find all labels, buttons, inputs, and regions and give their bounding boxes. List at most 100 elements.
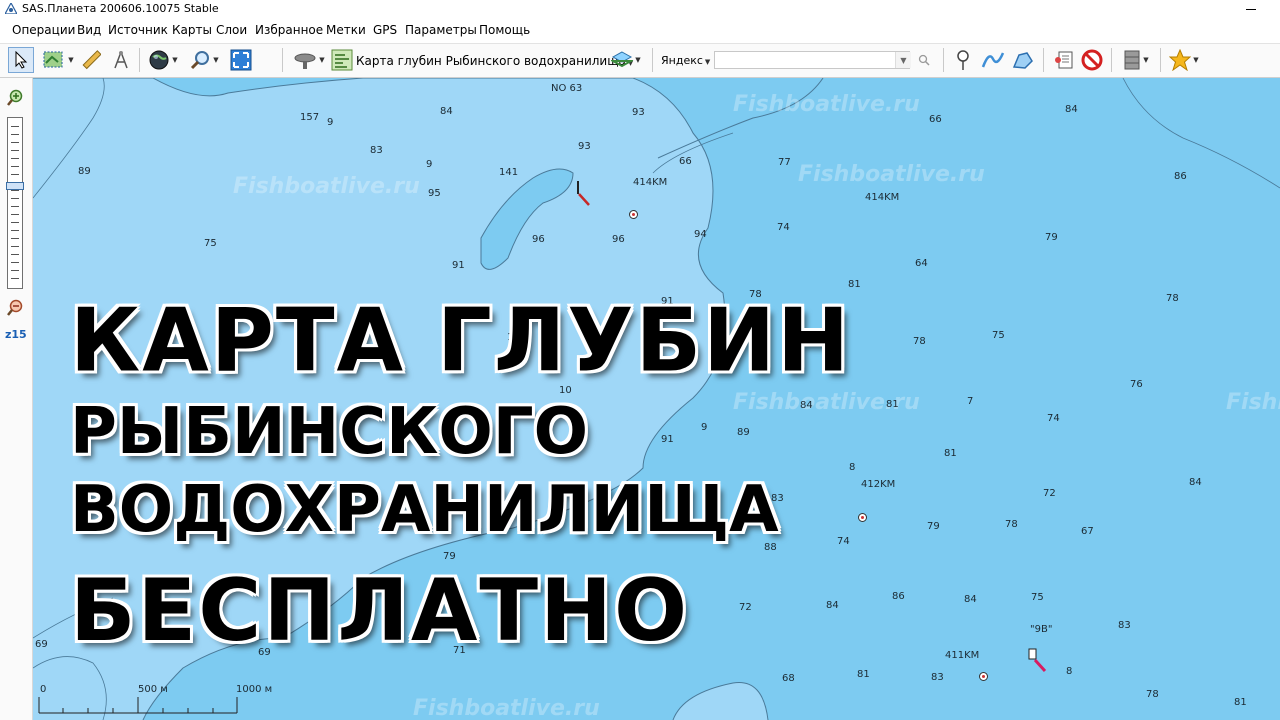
fullscreen-button[interactable] (228, 47, 254, 73)
menu-source[interactable]: Источник (108, 23, 168, 37)
depth-value: 64 (915, 258, 928, 269)
point-label: NO 63 (551, 83, 583, 94)
watermark: Fishboatlive.ru (233, 174, 420, 199)
search-dropdown-button[interactable]: ▼ (895, 52, 911, 68)
depth-value: 91 (452, 260, 465, 271)
depth-value: 89 (78, 166, 91, 177)
search-provider-select[interactable]: Яндекс ▼ (661, 54, 710, 67)
headline-line-4: БЕСПЛАТНО (70, 561, 690, 661)
depth-value: 81 (1234, 697, 1247, 708)
depth-value: 86 (1174, 171, 1187, 182)
depth-value: 91 (661, 434, 674, 445)
depth-value: 69 (35, 639, 48, 650)
buoy-icon (858, 513, 867, 522)
menu-favorites[interactable]: Избранное (255, 23, 323, 37)
search-provider-label: Яндекс (661, 54, 703, 67)
headline-line-1: КАРТА ГЛУБИН (70, 290, 852, 392)
depth-value: 83 (931, 672, 944, 683)
depth-value: 81 (944, 448, 957, 459)
search-icon (918, 54, 930, 66)
menu-operations[interactable]: Операции (12, 23, 75, 37)
fullscreen-icon (230, 49, 252, 71)
menu-view[interactable]: Вид (77, 23, 101, 37)
depth-value: 141 (499, 167, 519, 178)
depth-value: 81 (857, 669, 870, 680)
depth-value: 78 (1166, 293, 1179, 304)
hide-marks-button[interactable] (1080, 47, 1104, 73)
ruler-icon (82, 50, 101, 70)
zoom-slider[interactable] (6, 117, 24, 289)
cache-button[interactable]: ▼ (1118, 47, 1154, 73)
zoom-level-label: z15 (5, 328, 27, 341)
watermark: Fishboatlive.ru (733, 92, 920, 117)
compass-button[interactable] (110, 47, 132, 73)
menu-gps[interactable]: GPS (373, 23, 397, 37)
search-input[interactable] (714, 51, 910, 69)
add-polygon-button[interactable] (1010, 47, 1036, 73)
select-area-icon (43, 51, 63, 68)
layers-button[interactable]: ▼ (608, 47, 644, 73)
window-title: SAS.Планета 200606.10075 Stable (22, 2, 219, 15)
layers-icon (611, 51, 634, 68)
globe-button[interactable]: ▼ (144, 47, 182, 73)
map-layer-icon (331, 49, 353, 71)
menu-marks[interactable]: Метки (326, 23, 366, 37)
satellite-icon (294, 53, 316, 69)
point-label: 412KM (861, 479, 896, 490)
depth-value: 86 (892, 591, 905, 602)
depth-value: 67 (1081, 526, 1094, 537)
depth-value: 74 (837, 536, 850, 547)
ruler-button[interactable] (80, 47, 102, 73)
zoom-button[interactable]: ▼ (186, 47, 222, 73)
buoy-icon (979, 672, 988, 681)
selection-tool-button[interactable]: ▼ (38, 47, 78, 73)
polygon-icon (1012, 52, 1033, 69)
depth-value: 77 (778, 157, 791, 168)
depth-value: 74 (1047, 413, 1060, 424)
depth-value: 72 (739, 602, 752, 613)
globe-icon (149, 50, 169, 70)
marks-icon (1055, 51, 1073, 69)
pointer-tool-button[interactable] (8, 47, 34, 73)
depth-value: 84 (1189, 477, 1202, 488)
title-bar: SAS.Планета 200606.10075 Stable (0, 0, 1280, 18)
depth-value: 79 (1045, 232, 1058, 243)
depth-value: 81 (886, 399, 899, 410)
depth-value: 78 (1005, 519, 1018, 530)
watermark: Fishboatlive.ru (798, 162, 985, 187)
depth-value: 79 (927, 521, 940, 532)
menu-help[interactable]: Помощь (479, 23, 530, 37)
watermark: Fishboatlive.ru (413, 696, 600, 720)
star-icon (1169, 49, 1192, 71)
placemark-icon (957, 50, 969, 70)
add-path-button[interactable] (980, 47, 1006, 73)
add-point-button[interactable] (952, 47, 974, 73)
zoom-in-icon[interactable] (6, 89, 24, 107)
depth-value: 84 (964, 594, 977, 605)
headline-line-3: ВОДОХРАНИЛИЩА (70, 473, 779, 547)
favorites-button[interactable]: ▼ (1166, 47, 1202, 73)
scale-label-end: 1000 м (236, 684, 273, 695)
zoom-slider-thumb[interactable] (6, 182, 24, 190)
depth-value: 89 (737, 427, 750, 438)
map-type-button[interactable] (330, 47, 354, 73)
satellite-button[interactable]: ▼ (290, 47, 328, 73)
menu-settings[interactable]: Параметры (405, 23, 477, 37)
minimize-button[interactable] (1240, 0, 1264, 18)
depth-value: 93 (632, 107, 645, 118)
depth-value: 78 (913, 336, 926, 347)
depth-value: 68 (782, 673, 795, 684)
scale-bar (38, 697, 238, 714)
magnifier-icon (191, 51, 210, 70)
map-select[interactable]: Карта глубин Рыбинского водохранилища ▼ (356, 54, 633, 68)
menu-layers[interactable]: Слои (216, 23, 247, 37)
depth-value: 76 (1130, 379, 1143, 390)
toolbar: ▼ ▼ ▼ ▼ Карта глубин Рыбинского водохран… (0, 43, 1280, 78)
menu-bar: Операции Вид Источник Карты Слои Избранн… (0, 20, 1280, 40)
zoom-out-icon[interactable] (6, 299, 24, 317)
menu-maps[interactable]: Карты (172, 23, 212, 37)
headline-line-2: РЫБИНСКОГО (70, 395, 588, 469)
search-button[interactable] (914, 47, 934, 73)
depth-value: 95 (428, 188, 441, 199)
marks-list-button[interactable] (1052, 47, 1076, 73)
